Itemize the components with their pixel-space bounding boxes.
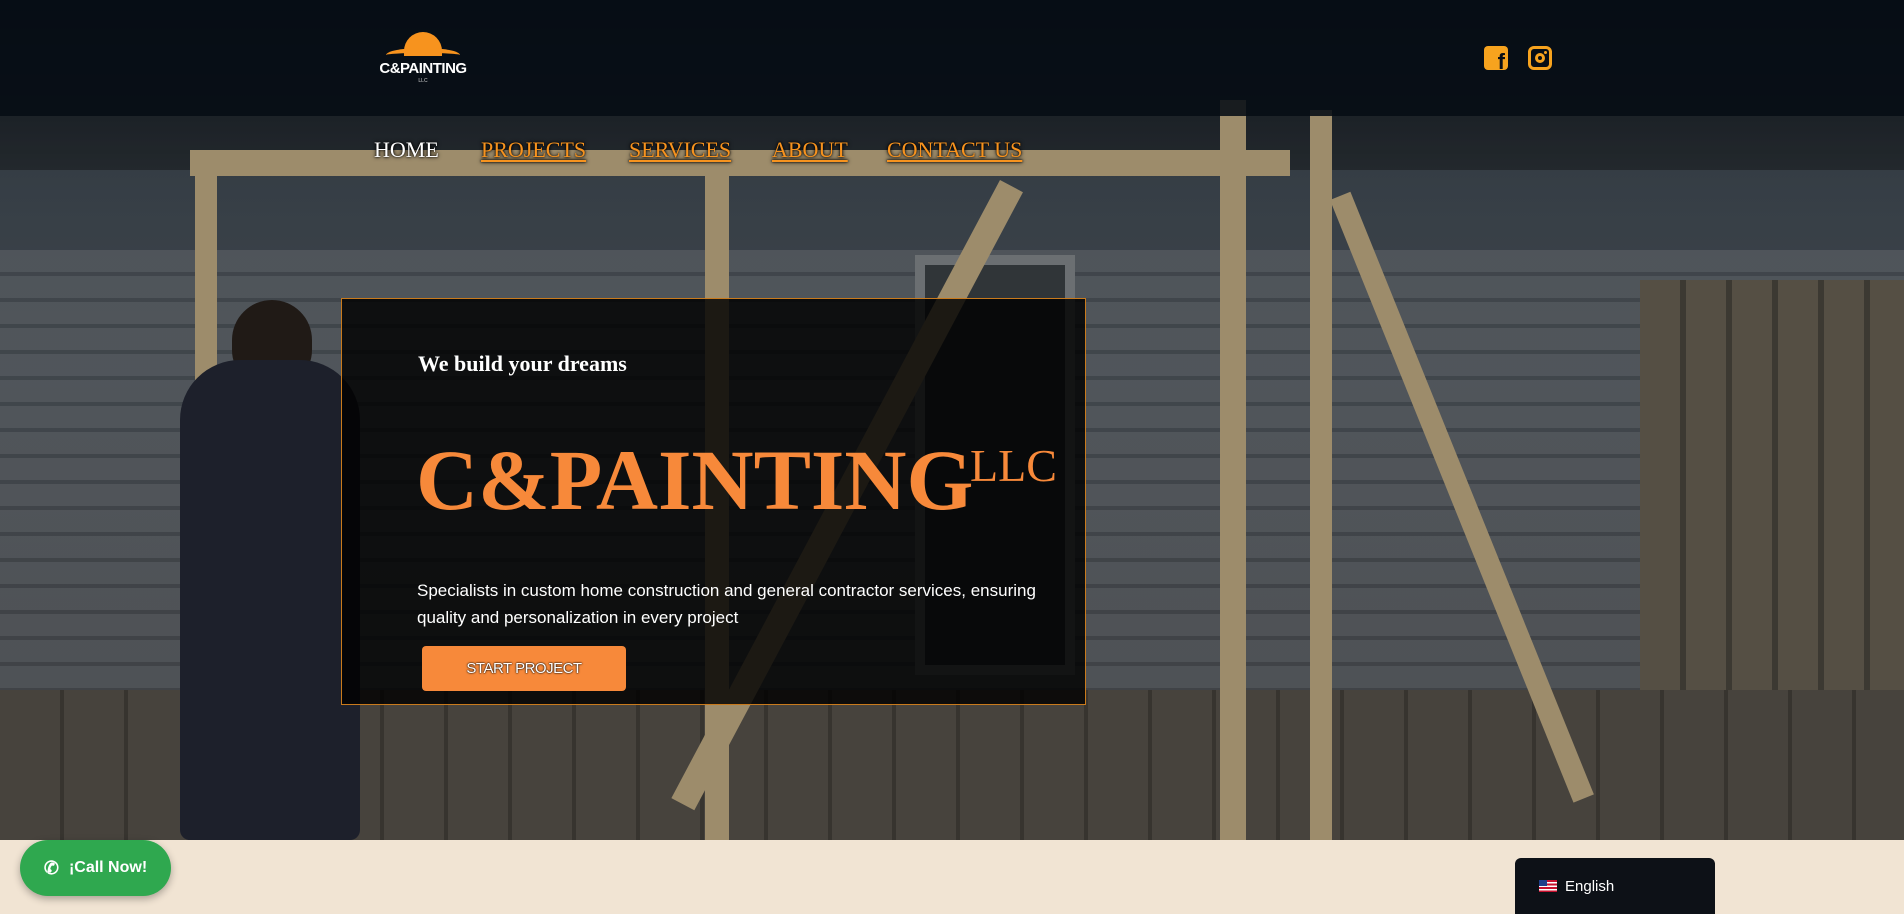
instagram-icon[interactable] <box>1528 46 1552 70</box>
phone-icon: ✆ <box>43 857 59 878</box>
top-header-bar: C&PAINTING LLC f <box>0 0 1904 116</box>
nav-item-about[interactable]: ABOUT <box>772 137 848 163</box>
hero-title-suffix: LLC <box>970 440 1057 491</box>
site-logo[interactable]: C&PAINTING LLC <box>376 30 470 84</box>
call-now-label: ¡Call Now! <box>68 859 148 876</box>
hero-card: We build your dreams C&PAINTING LLC Spec… <box>341 298 1086 705</box>
hero-tagline: We build your dreams <box>418 351 627 376</box>
hero-title: C&PAINTING <box>416 432 974 528</box>
nav-item-projects[interactable]: PROJECTS <box>481 137 586 163</box>
nav-item-contact-us[interactable]: CONTACT US <box>887 137 1022 163</box>
nav-item-home[interactable]: HOME <box>374 137 439 163</box>
facebook-icon[interactable]: f <box>1484 46 1508 73</box>
hero-description: Specialists in custom home construction … <box>417 581 1036 627</box>
logo-subtext: LLC <box>418 78 428 84</box>
logo-wordmark: C&PAINTING <box>379 60 467 77</box>
us-flag-icon <box>1539 880 1557 892</box>
start-project-button[interactable]: START PROJECT <box>422 646 626 691</box>
call-now-button[interactable]: ✆ ¡Call Now! <box>20 840 171 896</box>
nav-item-services[interactable]: SERVICES <box>629 137 731 163</box>
language-label: English <box>1565 877 1615 895</box>
language-switcher[interactable]: English <box>1515 858 1715 914</box>
